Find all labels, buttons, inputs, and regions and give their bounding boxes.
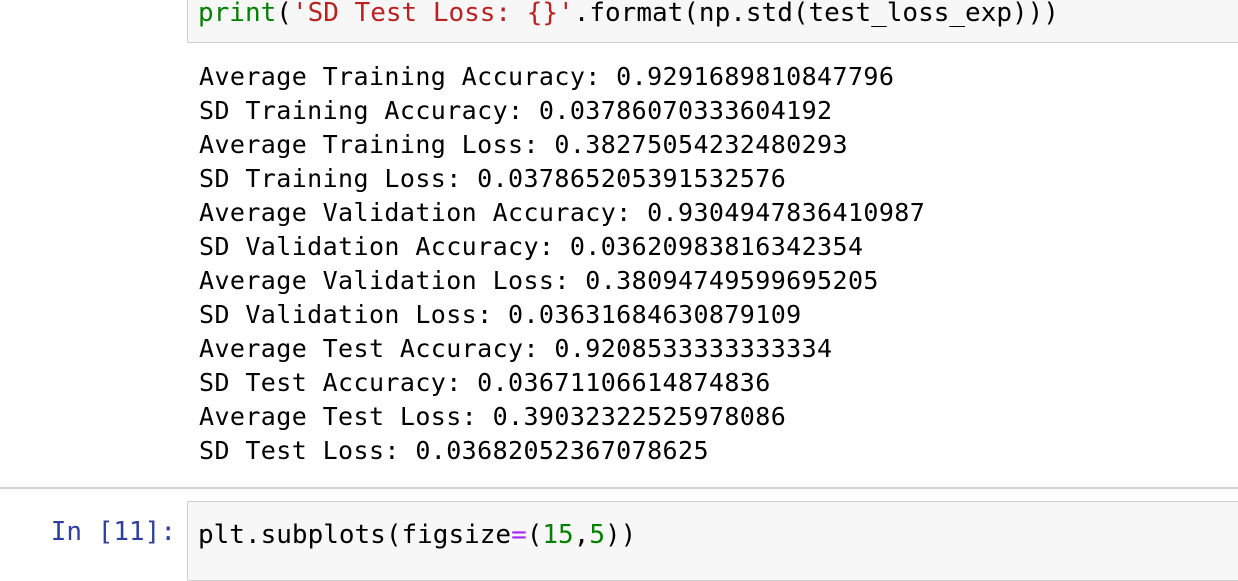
comma: , xyxy=(573,520,590,550)
previous-code-cell[interactable]: print('SD Test Loss: {}'.format(np.std(t… xyxy=(187,0,1238,43)
input-prompt: In [11]: xyxy=(50,517,176,547)
output-line: Average Validation Loss: 0.3809474959969… xyxy=(199,266,879,295)
number-literal: 5 xyxy=(589,520,606,550)
subplots-call: plt.subplots(figsize xyxy=(198,520,512,550)
output-line: Average Training Loss: 0.382750542324802… xyxy=(199,130,848,159)
output-line: SD Training Accuracy: 0.0378607033360419… xyxy=(199,96,833,125)
output-line: Average Test Accuracy: 0.920853333333333… xyxy=(199,334,833,363)
output-line: Average Validation Accuracy: 0.930494783… xyxy=(199,198,926,227)
output-line: SD Validation Loss: 0.03631684630879109 xyxy=(199,300,802,329)
output-line: SD Training Loss: 0.037865205391532576 xyxy=(199,164,787,193)
open-paren: ( xyxy=(276,0,292,28)
close-parens: )) xyxy=(605,520,637,550)
format-string: 'SD Test Loss: {}' xyxy=(291,0,574,28)
output-line: Average Test Loss: 0.39032322525978086 xyxy=(199,402,787,431)
equals-operator: = xyxy=(511,520,527,550)
number-literal: 15 xyxy=(542,520,574,550)
print-keyword: print xyxy=(198,0,277,28)
open-paren: ( xyxy=(526,520,543,550)
output-line: SD Validation Accuracy: 0.03620983816342… xyxy=(199,232,864,261)
output-line: SD Test Loss: 0.03682052367078625 xyxy=(199,436,709,465)
previous-code-line[interactable]: print('SD Test Loss: {}'.format(np.std(t… xyxy=(198,0,1059,28)
cell-output: Average Training Accuracy: 0.92916898108… xyxy=(199,60,925,468)
current-code-line[interactable]: plt.subplots(figsize=(15,5)) xyxy=(198,520,636,550)
current-code-cell[interactable]: plt.subplots(figsize=(15,5)) xyxy=(187,501,1238,581)
output-line: SD Test Accuracy: 0.03671106614874836 xyxy=(199,368,771,397)
format-call: .format(np.std(test_loss_exp))) xyxy=(573,0,1059,28)
output-line: Average Training Accuracy: 0.92916898108… xyxy=(199,62,895,91)
cell-divider xyxy=(0,487,1238,489)
